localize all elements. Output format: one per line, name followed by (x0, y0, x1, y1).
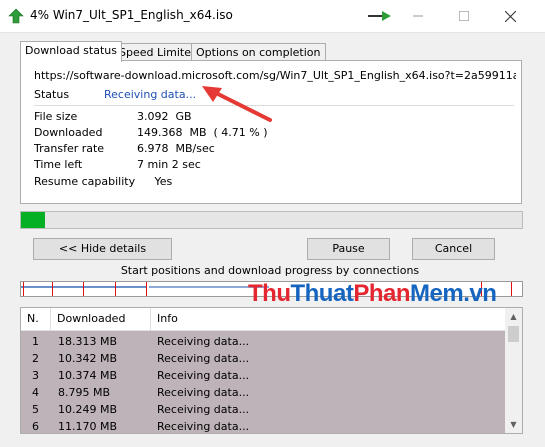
status-label: Status (34, 88, 70, 101)
column-header-number[interactable]: N. (21, 308, 51, 330)
connection-marker (52, 282, 53, 296)
row-downloaded: 10.374 MB (58, 369, 118, 382)
row-downloaded: 8.795 MB (58, 386, 111, 399)
row-number: 1 (32, 335, 39, 348)
row-info: Receiving data... (157, 386, 250, 399)
row-number: 2 (32, 352, 39, 365)
watermark-part: Thu (248, 280, 291, 307)
row-number: 3 (32, 369, 39, 382)
downloaded-label: Downloaded (34, 126, 103, 139)
column-header-downloaded[interactable]: Downloaded (51, 308, 151, 330)
maximize-button[interactable] (441, 0, 487, 32)
idm-app-icon (8, 8, 24, 24)
table-row[interactable]: 6 11.170 MB Receiving data... (21, 418, 505, 433)
minimize-button[interactable] (395, 0, 441, 32)
watermark-part: .vn (463, 280, 497, 307)
download-arrow-icon (368, 11, 391, 21)
download-progress-bar (20, 211, 523, 229)
file-size-label: File size (34, 110, 78, 123)
watermark-part: Thuat (290, 280, 354, 307)
connections-list[interactable]: N. Downloaded Info 1 18.313 MB Receiving… (20, 307, 523, 434)
tab-options-on-completion[interactable]: Options on completion (191, 43, 326, 61)
watermark-part: Phan (353, 280, 410, 307)
row-info: Receiving data... (157, 420, 250, 433)
status-value: Receiving data... (104, 88, 197, 101)
cancel-button[interactable]: Cancel (412, 238, 495, 260)
file-size-value: 3.092 GB (137, 110, 192, 123)
tab-download-status[interactable]: Download status (20, 41, 122, 62)
row-info: Receiving data... (157, 403, 250, 416)
row-number: 4 (32, 386, 39, 399)
connection-marker (146, 282, 147, 296)
minimize-icon (413, 15, 423, 17)
connection-marker (115, 282, 116, 296)
row-number: 5 (32, 403, 39, 416)
connection-marker (83, 282, 84, 296)
row-downloaded: 10.249 MB (58, 403, 118, 416)
maximize-icon (459, 11, 469, 21)
window-title: 4% Win7_Ult_SP1_English_x64.iso (30, 8, 233, 22)
column-header-info[interactable]: Info (151, 308, 505, 330)
time-left-label: Time left (34, 158, 83, 171)
table-row[interactable]: 4 8.795 MB Receiving data... (21, 384, 505, 401)
close-button[interactable] (487, 0, 533, 32)
table-row[interactable]: 1 18.313 MB Receiving data... (21, 333, 505, 350)
table-row[interactable]: 2 10.342 MB Receiving data... (21, 350, 505, 367)
download-url: https://software-download.microsoft.com/… (34, 69, 516, 82)
watermark-logo: ThuThuatPhanMem.vn (248, 280, 497, 308)
row-info: Receiving data... (157, 369, 250, 382)
progress-fill (21, 212, 45, 228)
resume-capability-value: Yes (137, 175, 173, 188)
scroll-up-icon[interactable]: ▲ (505, 308, 522, 325)
connection-marker (511, 282, 512, 296)
row-info: Receiving data... (157, 352, 250, 365)
resume-capability-label: Resume capability (34, 175, 136, 188)
connections-label: Start positions and download progress by… (120, 264, 420, 277)
pause-button[interactable]: Pause (307, 238, 390, 260)
row-number: 6 (32, 420, 39, 433)
connection-marker (23, 282, 24, 296)
downloaded-value: 149.368 MB ( 4.71 % ) (137, 126, 268, 139)
scroll-down-icon[interactable]: ▼ (505, 416, 522, 433)
row-downloaded: 11.170 MB (58, 420, 118, 433)
title-bar: 4% Win7_Ult_SP1_English_x64.iso (0, 0, 545, 33)
transfer-rate-label: Transfer rate (34, 142, 105, 155)
tab-speed-limiter[interactable]: Speed Limiter (114, 43, 201, 61)
download-status-panel: https://software-download.microsoft.com/… (20, 60, 522, 204)
list-header: N. Downloaded Info (21, 308, 505, 331)
list-scrollbar[interactable]: ▲ ▼ (505, 308, 522, 433)
row-info: Receiving data... (157, 335, 250, 348)
table-row[interactable]: 3 10.374 MB Receiving data... (21, 367, 505, 384)
row-downloaded: 18.313 MB (58, 335, 118, 348)
time-left-value: 7 min 2 sec (137, 158, 201, 171)
red-pointer-arrow-icon (202, 86, 272, 122)
divider (34, 105, 514, 106)
transfer-rate-value: 6.978 MB/sec (137, 142, 215, 155)
close-icon (504, 10, 516, 22)
watermark-part: Mem (410, 280, 464, 307)
table-row[interactable]: 5 10.249 MB Receiving data... (21, 401, 505, 418)
hide-details-button[interactable]: << Hide details (33, 238, 172, 260)
list-rows: 1 18.313 MB Receiving data... 2 10.342 M… (21, 331, 505, 433)
scroll-thumb[interactable] (508, 326, 519, 342)
row-downloaded: 10.342 MB (58, 352, 118, 365)
